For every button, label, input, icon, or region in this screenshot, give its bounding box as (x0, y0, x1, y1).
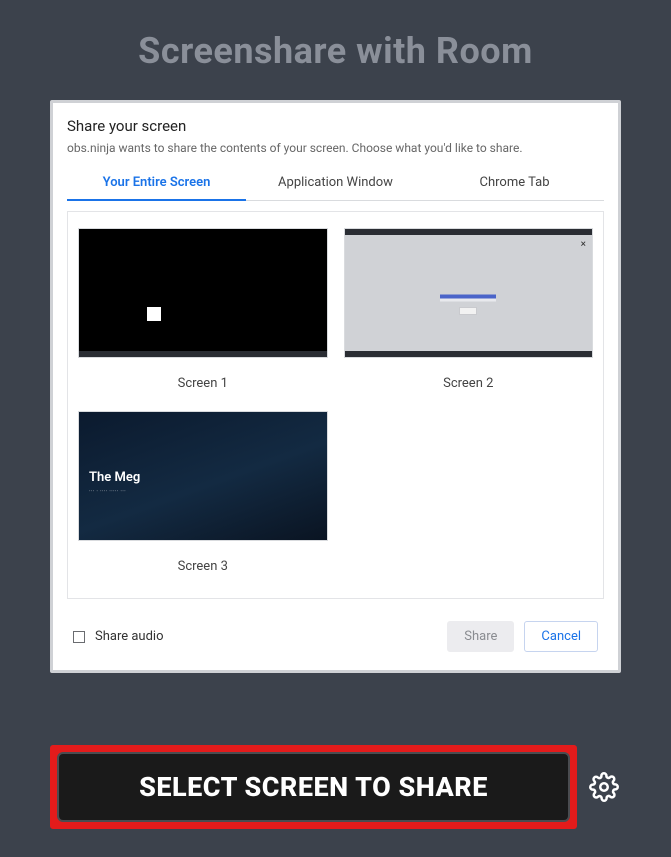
page-title: Screenshare with Room (0, 0, 671, 100)
dialog-subtitle: obs.ninja wants to share the contents of… (67, 141, 604, 167)
select-button-highlight: SELECT SCREEN TO SHARE (50, 745, 577, 829)
tabs: Your Entire Screen Application Window Ch… (67, 167, 604, 201)
screen-thumb-2: × (344, 228, 594, 358)
gear-icon (589, 772, 619, 802)
screen-grid: Screen 1 × Screen 2 The Meg ··· · ···· ·… (67, 211, 604, 599)
footer-row: SELECT SCREEN TO SHARE (50, 745, 621, 829)
tab-entire-screen[interactable]: Your Entire Screen (67, 167, 246, 200)
screen-label-1: Screen 1 (78, 376, 328, 391)
share-button[interactable]: Share (447, 621, 514, 652)
select-screen-button[interactable]: SELECT SCREEN TO SHARE (57, 752, 570, 822)
screen-label-3: Screen 3 (78, 559, 328, 574)
tab-application-window[interactable]: Application Window (246, 167, 425, 200)
share-audio-checkbox[interactable] (73, 631, 85, 643)
dialog-footer: Share audio Share Cancel (67, 599, 604, 656)
thumb-movie-title: The Meg (89, 470, 140, 485)
share-audio-label: Share audio (95, 629, 164, 644)
screen-option-1[interactable]: Screen 1 (78, 228, 328, 391)
thumb-movie-sub: ··· · ···· ····· ··· (89, 488, 126, 495)
close-icon: × (581, 239, 586, 250)
screen-option-2[interactable]: × Screen 2 (344, 228, 594, 391)
share-screen-dialog: Share your screen obs.ninja wants to sha… (50, 100, 621, 673)
cancel-button[interactable]: Cancel (524, 621, 598, 652)
dialog-title: Share your screen (67, 117, 604, 141)
screen-thumb-3: The Meg ··· · ···· ····· ··· (78, 411, 328, 541)
settings-button[interactable] (587, 770, 621, 804)
screen-label-2: Screen 2 (344, 376, 594, 391)
screen-thumb-1 (78, 228, 328, 358)
tab-chrome-tab[interactable]: Chrome Tab (425, 167, 604, 200)
screen-option-3[interactable]: The Meg ··· · ···· ····· ··· Screen 3 (78, 411, 328, 574)
